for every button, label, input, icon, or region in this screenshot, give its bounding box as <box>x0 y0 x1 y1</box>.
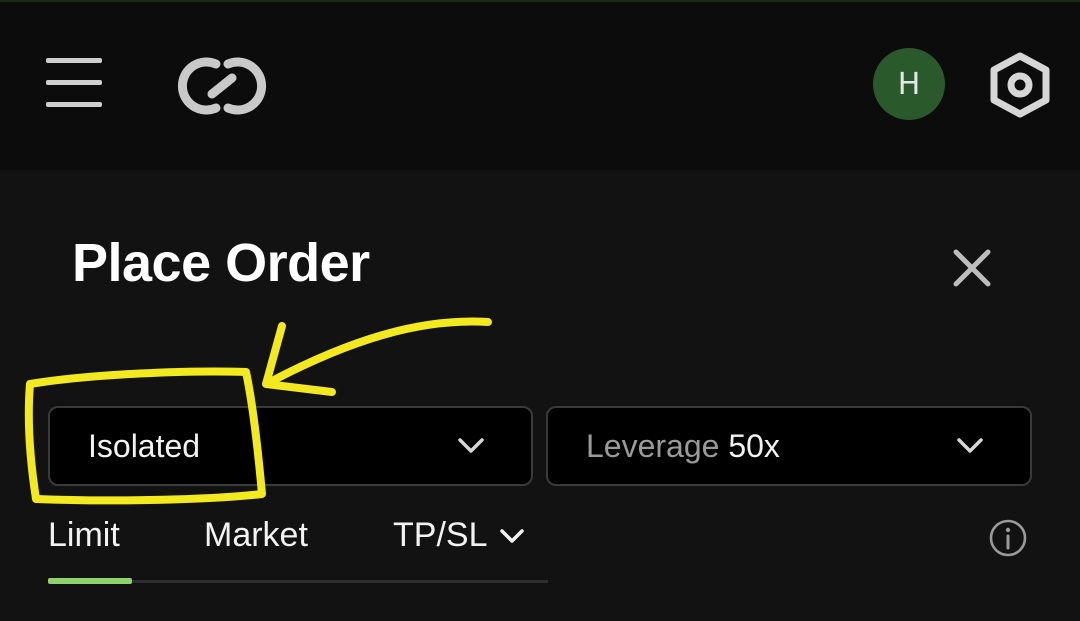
chevron-down-icon <box>957 438 983 453</box>
leverage-select[interactable]: Leverage 50x <box>546 406 1032 486</box>
info-circle-icon[interactable] <box>988 518 1028 558</box>
close-icon[interactable] <box>948 244 996 292</box>
order-type-tabs: Limit Market TP/SL <box>48 510 548 586</box>
tab-market[interactable]: Market <box>204 516 308 555</box>
tab-limit[interactable]: Limit <box>48 516 120 555</box>
brand-logo[interactable] <box>176 56 268 116</box>
active-tab-indicator <box>48 578 132 584</box>
chevron-down-icon <box>458 438 484 453</box>
top-divider <box>0 0 1080 2</box>
page-title: Place Order <box>72 233 370 293</box>
top-bar: H <box>0 0 1080 170</box>
margin-mode-value: Isolated <box>88 428 201 464</box>
tab-label: Market <box>204 516 308 554</box>
menu-line <box>46 102 102 107</box>
avatar[interactable]: H <box>873 48 945 120</box>
menu-line <box>46 58 102 63</box>
avatar-initial: H <box>897 66 921 102</box>
chevron-down-icon <box>500 528 525 543</box>
hexagon-settings-icon[interactable] <box>988 52 1052 118</box>
tab-label: TP/SL <box>393 516 488 554</box>
tab-label: Limit <box>48 516 120 554</box>
margin-mode-select[interactable]: Isolated <box>48 406 533 486</box>
app-root: H Place Order Isolated Leverage 50x Limi… <box>0 0 1080 621</box>
hamburger-menu-icon[interactable] <box>46 56 104 110</box>
tab-tpsl[interactable]: TP/SL <box>393 516 525 555</box>
leverage-value: 50x <box>728 428 780 464</box>
place-order-panel: Place Order Isolated Leverage 50x Limit <box>0 170 1080 621</box>
menu-line <box>46 80 102 85</box>
leverage-label: Leverage <box>586 428 720 464</box>
leverage-display: Leverage 50x <box>586 428 780 465</box>
